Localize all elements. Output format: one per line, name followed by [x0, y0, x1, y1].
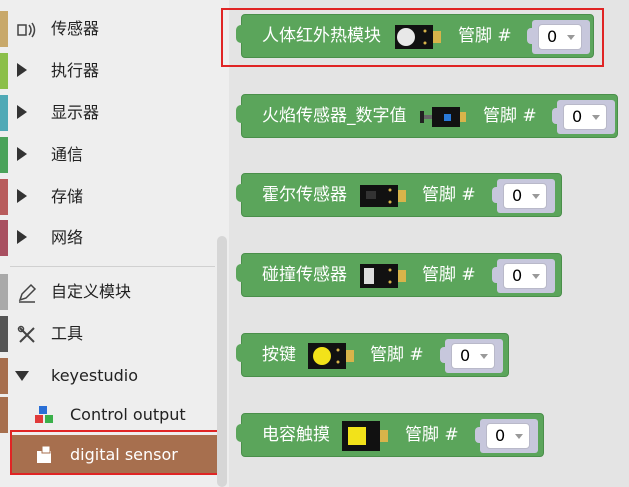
category-sensor[interactable]: 传感器	[0, 8, 229, 50]
category-label: 存储	[51, 187, 84, 206]
category-keyestudio[interactable]: keyestudio	[0, 355, 229, 397]
pin-label: 管脚 #	[405, 425, 459, 445]
category-color-bar	[0, 358, 8, 394]
pin-dropdown[interactable]: 0	[451, 343, 495, 369]
block-title: 火焰传感器_数字值	[262, 106, 407, 126]
category-label: 自定义模块	[51, 282, 132, 301]
crash-sensor-icon	[360, 264, 406, 288]
category-network[interactable]: 网络	[0, 217, 229, 259]
pin-label: 管脚 #	[422, 265, 476, 285]
divider	[10, 266, 215, 267]
subcategory-label: Control output	[70, 405, 186, 424]
category-actuator[interactable]: 执行器	[0, 50, 229, 92]
category-label: 执行器	[51, 61, 100, 80]
block-title: 霍尔传感器	[262, 185, 347, 205]
block-connector	[236, 424, 246, 442]
hall-sensor-icon	[360, 185, 406, 207]
chevron-down-icon	[592, 115, 600, 120]
block-connector	[236, 184, 246, 202]
category-label: 网络	[51, 228, 84, 247]
block-button-module[interactable]: 按键 管脚 # 0	[236, 333, 509, 377]
block-connector	[236, 264, 246, 282]
block-crash-sensor[interactable]: 碰撞传感器 管脚 # 0	[236, 253, 562, 297]
tools-icon	[17, 325, 35, 343]
sidebar-scrollbar[interactable]	[217, 236, 227, 487]
category-label: 传感器	[51, 19, 100, 38]
block-hall-sensor[interactable]: 霍尔传感器 管脚 # 0	[236, 173, 562, 217]
expand-arrow-icon[interactable]	[17, 63, 27, 77]
pin-socket: 0	[492, 259, 555, 293]
category-color-bar	[0, 137, 8, 173]
pin-label: 管脚 #	[370, 345, 424, 365]
touch-sensor-icon	[342, 421, 388, 451]
category-color-bar	[0, 179, 8, 215]
category-color-bar	[0, 11, 8, 47]
button-module-icon	[308, 343, 354, 369]
category-color-bar	[0, 220, 8, 256]
highlight-outline	[221, 8, 604, 67]
socket-connector	[475, 427, 483, 443]
category-sidebar: 传感器 执行器 显示器 通信 存储 网络 自定义模块 工具 keyestudio…	[0, 0, 229, 487]
pin-dropdown[interactable]: 0	[503, 183, 547, 209]
pin-socket: 0	[492, 179, 555, 213]
category-label: 工具	[51, 324, 84, 343]
pin-socket: 0	[440, 339, 503, 373]
pin-value: 0	[572, 107, 583, 126]
category-storage[interactable]: 存储	[0, 176, 229, 218]
category-label: 通信	[51, 145, 84, 164]
socket-connector	[552, 108, 560, 124]
expand-arrow-icon[interactable]	[17, 105, 27, 119]
pin-dropdown[interactable]: 0	[486, 423, 530, 449]
sensor-icon	[17, 22, 36, 38]
expand-arrow-icon[interactable]	[17, 189, 27, 203]
block-workspace: 人体红外热模块 管脚 # 0 火焰传感器_数字值 管脚 # 0 霍尔传感器 管脚…	[221, 0, 629, 487]
chevron-down-icon	[515, 434, 523, 439]
category-custom-module[interactable]: 自定义模块	[0, 271, 229, 313]
block-title: 碰撞传感器	[262, 265, 347, 285]
expand-arrow-icon[interactable]	[17, 230, 27, 244]
block-flame-sensor[interactable]: 火焰传感器_数字值 管脚 # 0	[236, 94, 618, 138]
socket-connector	[492, 267, 500, 283]
category-color-bar	[0, 95, 8, 131]
pin-socket: 0	[475, 419, 538, 453]
category-tools[interactable]: 工具	[0, 313, 229, 355]
block-connector	[236, 344, 246, 362]
subcategory-control-output[interactable]: Control output	[0, 395, 229, 435]
pin-label: 管脚 #	[483, 106, 537, 126]
socket-connector	[440, 347, 448, 363]
pin-label: 管脚 #	[422, 185, 476, 205]
pin-socket: 0	[552, 100, 615, 134]
category-display[interactable]: 显示器	[0, 92, 229, 134]
pin-dropdown[interactable]: 0	[563, 104, 607, 130]
block-title: 按键	[262, 345, 296, 365]
pin-value: 0	[460, 346, 471, 365]
pin-value: 0	[512, 266, 523, 285]
chevron-down-icon	[532, 274, 540, 279]
category-color-bar	[0, 53, 8, 89]
pin-value: 0	[512, 186, 523, 205]
highlight-outline	[10, 430, 221, 475]
category-color-bar	[0, 316, 8, 352]
control-output-icon	[35, 406, 53, 423]
block-title: 电容触摸	[262, 425, 330, 445]
category-color-bar	[0, 274, 8, 310]
category-label: 显示器	[51, 103, 100, 122]
flame-sensor-icon	[420, 107, 466, 127]
socket-connector	[492, 187, 500, 203]
block-connector	[236, 105, 246, 123]
pin-value: 0	[495, 426, 506, 445]
pin-dropdown[interactable]: 0	[503, 263, 547, 289]
category-color-bar	[0, 397, 8, 433]
category-communication[interactable]: 通信	[0, 134, 229, 176]
category-label: keyestudio	[51, 366, 138, 385]
expand-arrow-icon[interactable]	[17, 147, 27, 161]
pen-icon	[18, 283, 37, 303]
collapse-arrow-icon[interactable]	[15, 371, 29, 381]
chevron-down-icon	[532, 194, 540, 199]
block-touch-sensor[interactable]: 电容触摸 管脚 # 0	[236, 413, 544, 457]
chevron-down-icon	[480, 354, 488, 359]
